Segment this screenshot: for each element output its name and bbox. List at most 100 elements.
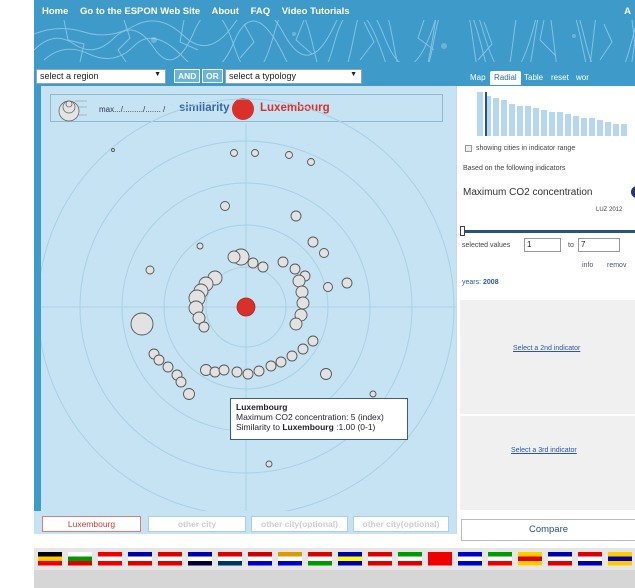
city-bubble[interactable] <box>218 364 230 376</box>
nav-about[interactable]: About <box>212 6 239 17</box>
city-bubble[interactable] <box>307 335 319 347</box>
city-bubble[interactable] <box>265 460 273 468</box>
city-bubble[interactable] <box>175 376 187 388</box>
top-banner: Home Go to the ESPON Web Site About FAQ … <box>34 0 635 62</box>
city-bubble[interactable] <box>231 366 243 378</box>
based-on-label: Based on the following indicators <box>463 165 566 172</box>
compare-button[interactable]: Compare <box>461 519 635 541</box>
nav-faq[interactable]: FAQ <box>251 6 271 17</box>
flag-stripe <box>398 552 422 557</box>
city-button-second[interactable]: other city <box>148 516 246 532</box>
city-bubble[interactable] <box>183 388 195 400</box>
flag-stripe <box>248 561 272 566</box>
city-bubble[interactable] <box>285 151 293 159</box>
city-bubble[interactable] <box>198 321 210 333</box>
histogram-marker <box>485 92 487 136</box>
city-bubble[interactable] <box>295 285 309 299</box>
range-to-label: to <box>568 242 574 249</box>
tooltip-city: Luxembourg <box>236 402 288 412</box>
flag-stripe <box>98 552 122 557</box>
flag-stripe <box>488 552 512 557</box>
or-button[interactable]: OR <box>202 69 223 83</box>
histogram-bar <box>557 112 563 136</box>
typology-select-value: select a typology <box>229 71 297 81</box>
city-bubble[interactable] <box>289 317 303 331</box>
region-select[interactable]: select a region ▼ <box>36 69 166 84</box>
city-bubble[interactable] <box>230 149 238 157</box>
city-selector-row: Luxembourg other city other city(optiona… <box>34 511 456 534</box>
city-bubble[interactable] <box>307 158 315 166</box>
flag-stripe <box>248 556 272 561</box>
range-slider-track[interactable] <box>461 230 635 233</box>
city-bubble[interactable] <box>369 390 377 398</box>
nav-video-tutorials[interactable]: Video Tutorials <box>282 6 350 17</box>
city-bubble[interactable] <box>323 282 333 292</box>
flag-stripe <box>128 552 152 557</box>
years-info: years: 2008 <box>462 279 499 286</box>
nav-espon-site[interactable]: Go to the ESPON Web Site <box>80 6 200 17</box>
select-3rd-indicator-link[interactable]: Select a 3rd indicator <box>511 447 577 454</box>
city-bubble[interactable] <box>292 274 306 288</box>
city-bubble[interactable] <box>341 277 353 289</box>
flag-stripe <box>338 561 362 566</box>
radial-similarity-plot[interactable] <box>41 86 456 511</box>
city-bubble[interactable] <box>111 148 115 152</box>
city-bubble[interactable] <box>130 312 154 336</box>
city-bubble[interactable] <box>290 210 302 222</box>
tab-map[interactable]: Map <box>466 71 490 85</box>
tab-table[interactable]: Table <box>520 71 547 85</box>
city-bubble[interactable] <box>153 354 165 366</box>
city-bubble[interactable] <box>320 368 332 380</box>
city-bubble[interactable] <box>277 256 289 268</box>
city-button-fourth[interactable]: other city(optional) <box>353 516 449 532</box>
tooltip-similarity-city: Luxembourg <box>282 422 334 432</box>
indicator-toggle[interactable] <box>631 186 635 198</box>
tab-extra[interactable]: wor <box>572 71 593 85</box>
typology-select[interactable]: select a typology ▼ <box>225 69 362 84</box>
range-slider-handle[interactable] <box>460 226 465 236</box>
city-bubble[interactable] <box>319 248 329 258</box>
info-link[interactable]: info <box>582 262 593 269</box>
range-from-input[interactable]: 1 <box>524 238 561 252</box>
city-bubble[interactable] <box>253 365 265 377</box>
city-bubble[interactable] <box>307 236 319 248</box>
select-2nd-indicator-link[interactable]: Select a 2nd indicator <box>513 345 580 352</box>
city-bubble[interactable] <box>209 366 221 378</box>
flag-stripe <box>368 561 392 566</box>
city-bubble[interactable] <box>200 364 212 376</box>
europe-map-decoration <box>34 20 635 62</box>
flag-stripe <box>428 556 452 561</box>
city-bubble[interactable] <box>275 356 287 368</box>
reset-button[interactable]: reset <box>547 71 573 85</box>
city-bubble[interactable] <box>265 360 277 372</box>
city-bubble[interactable] <box>227 250 241 264</box>
city-bubble[interactable] <box>286 350 298 362</box>
city-bubble[interactable] <box>289 263 301 275</box>
tooltip-similarity-value: :1.00 (0-1) <box>336 422 376 432</box>
nav-corner-link[interactable]: A <box>624 6 631 17</box>
city-bubble[interactable] <box>242 368 254 380</box>
showing-cities-checkbox[interactable] <box>465 145 472 152</box>
city-bubble[interactable] <box>220 201 230 211</box>
city-bubble[interactable] <box>145 265 155 275</box>
radial-chart-panel: max.../........./....... / similarity to… <box>41 86 456 511</box>
city-button-primary[interactable]: Luxembourg <box>42 516 141 532</box>
tab-radial[interactable]: Radial <box>490 71 521 85</box>
city-tooltip: Luxembourg Maximum CO2 concentration: 5 … <box>230 398 408 440</box>
city-bubble[interactable] <box>247 257 259 269</box>
and-button[interactable]: AND <box>174 69 201 83</box>
city-button-third[interactable]: other city(optional) <box>251 516 348 532</box>
city-bubble[interactable] <box>196 242 204 250</box>
city-bubble[interactable] <box>257 261 269 273</box>
luxembourg-dot[interactable] <box>236 297 256 317</box>
city-bubble[interactable] <box>296 296 310 310</box>
tooltip-similarity: Similarity to Luxembourg :1.00 (0-1) <box>236 422 402 432</box>
city-bubble[interactable] <box>162 361 174 373</box>
city-bubble[interactable] <box>297 343 309 355</box>
flag-stripe <box>308 556 332 561</box>
nav-home[interactable]: Home <box>42 6 68 17</box>
city-bubble[interactable] <box>251 149 259 157</box>
range-to-input[interactable]: 7 <box>578 238 620 252</box>
flag-stripe <box>68 556 92 561</box>
remove-link[interactable]: remov <box>607 262 626 269</box>
